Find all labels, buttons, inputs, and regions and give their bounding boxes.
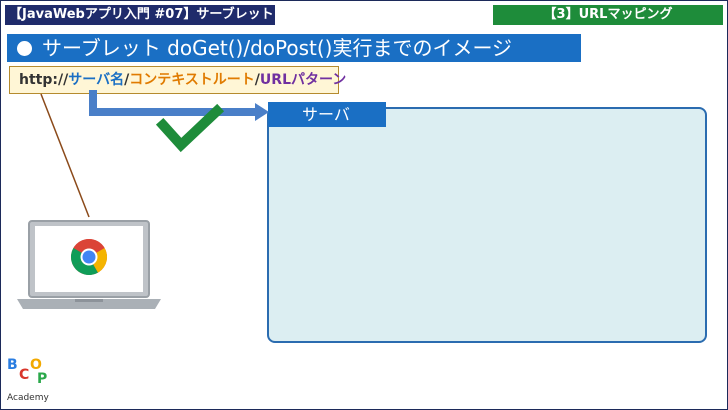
logo-letter: P [37,371,47,387]
logo-letter: C [19,367,29,383]
request-arrow [89,90,269,121]
logo-letter: B [7,357,18,373]
laptop-icon [17,220,161,309]
connector-overlay [40,90,269,218]
slide: 【JavaWebアプリ入門 #07】サーブレット 【3】URLマッピング サーブ… [0,0,728,410]
checkmark-icon [155,103,225,153]
chrome-icon [70,238,108,276]
url-pointer-line [40,93,90,218]
logo-academy-text: Academy [7,393,49,403]
